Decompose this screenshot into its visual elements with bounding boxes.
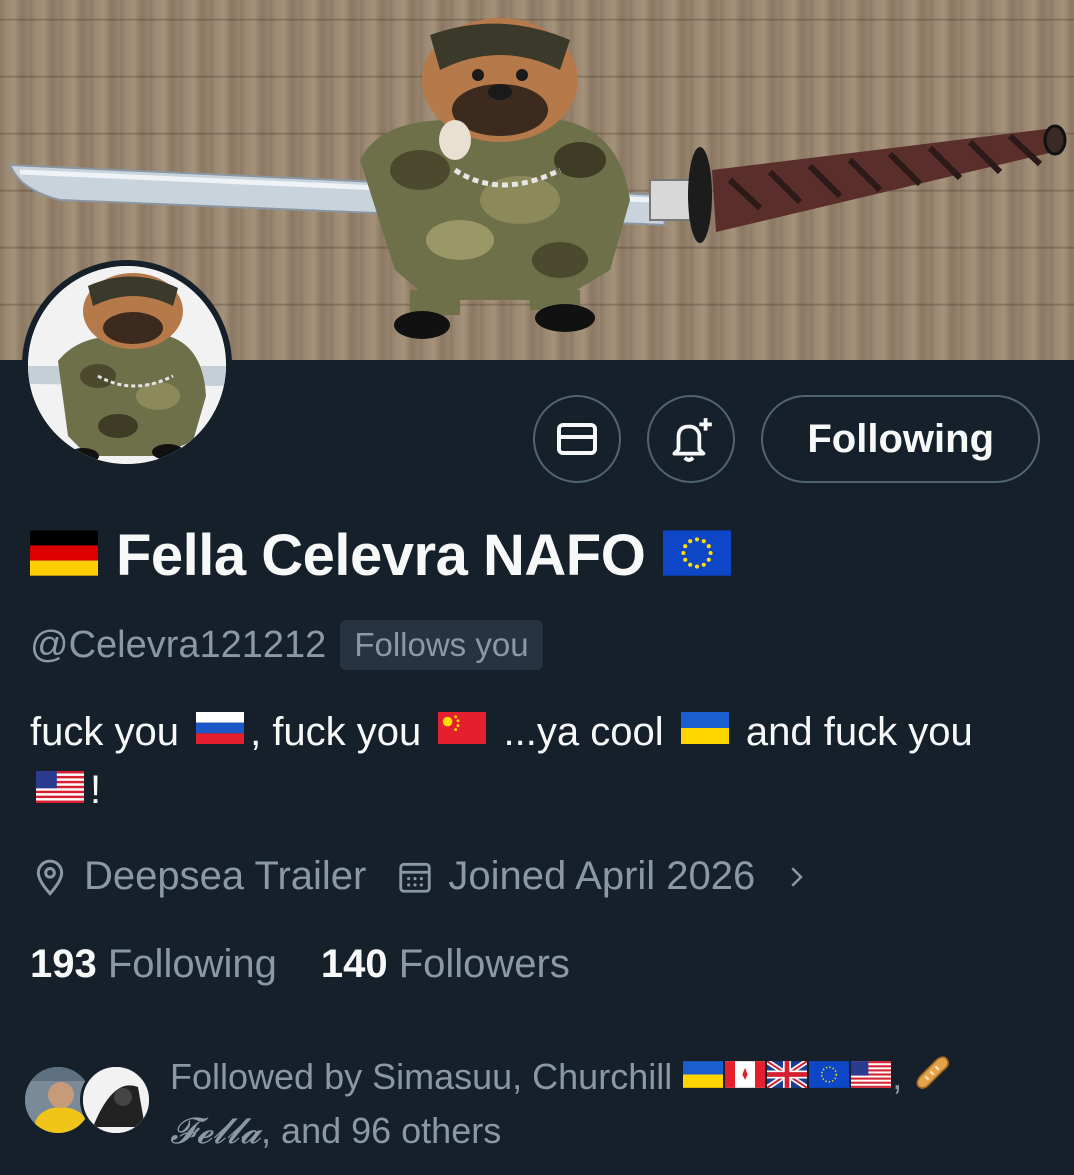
chevron-right-icon <box>791 866 804 887</box>
following-stat[interactable]: 193 Following <box>30 942 277 987</box>
profile-meta: Deepsea Trailer Joined April 2026 <box>30 854 841 899</box>
uk-flag-icon <box>767 1051 808 1101</box>
location-text: Deepsea Trailer <box>84 854 367 898</box>
ukraine-flag-icon <box>683 1051 724 1101</box>
usa-flag-icon <box>851 1051 892 1101</box>
eu-flag-icon <box>809 1051 850 1101</box>
calendar-icon <box>399 862 432 893</box>
bio-text: ...ya cool <box>503 710 664 754</box>
usa-flag-icon <box>36 762 84 818</box>
location-pin-icon <box>36 859 64 896</box>
display-name: Fella Celevra NAFO <box>116 523 646 588</box>
joined-text: Joined April 2026 <box>448 854 756 898</box>
eu-flag-icon <box>663 529 732 582</box>
following-label: Following <box>107 942 277 986</box>
followers-label: Followers <box>398 942 570 986</box>
followed-by-prefix: Followed by Simasuu, Churchill <box>170 1056 673 1097</box>
germany-flag-icon <box>30 529 98 582</box>
followers-count: 140 <box>320 942 388 986</box>
profile-avatar[interactable] <box>22 260 232 470</box>
profile-actions: Following <box>533 395 1040 483</box>
display-name-row: Fella Celevra NAFO <box>30 522 732 589</box>
profile-bio: fuck you , fuck you ...ya cool and fuck … <box>30 704 1040 821</box>
bio-text: , fuck you <box>250 710 422 754</box>
mutual-avatars <box>22 1064 162 1136</box>
handle-row: @Celevra121212 Follows you <box>30 620 543 670</box>
follows-you-badge: Follows you <box>340 620 543 670</box>
followed-by-fella: 𝓕𝓮𝓵𝓵𝓪 <box>170 1110 262 1152</box>
bell-plus-icon <box>672 418 713 462</box>
envelope-icon <box>557 423 598 455</box>
avatar-image <box>28 266 226 464</box>
mutual-avatar <box>80 1064 152 1136</box>
ukraine-flag-icon <box>680 703 729 759</box>
message-button[interactable] <box>533 395 622 483</box>
followed-by-text: Followed by Simasuu, Churchill , 𝓕𝓮𝓵𝓵𝓪, … <box>170 1052 1050 1157</box>
baguette-emoji-icon <box>912 1053 952 1106</box>
joined-item[interactable]: Joined April 2026 <box>396 854 811 899</box>
bio-text: ! <box>90 768 102 813</box>
russia-flag-icon <box>196 703 245 759</box>
followed-by-suffix: , and 96 others <box>261 1109 502 1151</box>
comma-separator: , <box>892 1056 913 1097</box>
bio-text: and fuck you <box>745 710 973 754</box>
profile-stats: 193 Following 140 Followers <box>30 942 570 987</box>
following-count: 193 <box>30 942 97 986</box>
bio-text: fuck you <box>30 710 179 754</box>
china-flag-icon <box>438 703 487 759</box>
location-item: Deepsea Trailer <box>30 854 366 899</box>
notify-button[interactable] <box>647 395 736 483</box>
following-button[interactable]: Following <box>761 395 1040 483</box>
canada-flag-icon <box>725 1051 766 1101</box>
user-handle: @Celevra121212 <box>30 623 327 666</box>
followers-stat[interactable]: 140 Followers <box>321 942 570 987</box>
